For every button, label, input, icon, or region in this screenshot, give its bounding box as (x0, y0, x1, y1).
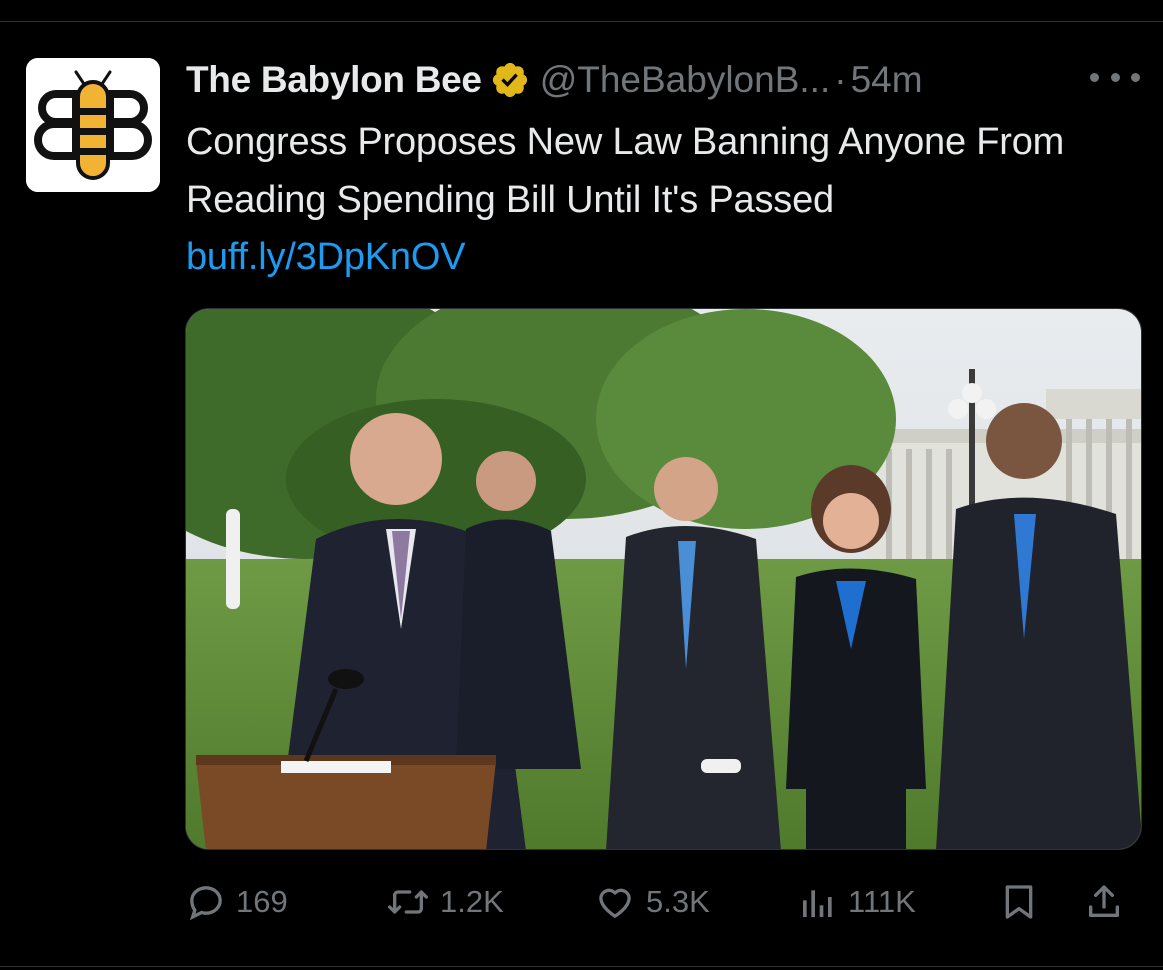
babylon-bee-logo-icon (26, 58, 160, 192)
share-button[interactable] (1084, 872, 1124, 932)
bookmark-button[interactable] (999, 872, 1039, 932)
reply-count: 169 (236, 884, 288, 919)
like-button[interactable]: 5.3K (594, 872, 710, 932)
timestamp[interactable]: 54m (851, 59, 923, 101)
repost-icon (387, 890, 428, 914)
action-bar: 169 1.2K 5.3K 111K (186, 872, 1146, 932)
tweet-image[interactable] (185, 308, 1142, 850)
top-divider (0, 21, 1163, 22)
like-count: 5.3K (646, 884, 710, 919)
press-conference-photo-icon (186, 309, 1141, 849)
reply-icon (189, 886, 222, 921)
repost-count: 1.2K (440, 884, 504, 919)
separator-dot: · (834, 59, 847, 100)
views-chart-icon (803, 890, 832, 917)
bottom-divider (0, 966, 1163, 967)
handle[interactable]: @TheBabylonB... (540, 59, 831, 101)
reply-button[interactable]: 169 (186, 872, 288, 932)
views-count: 111K (848, 884, 916, 919)
repost-button[interactable]: 1.2K (386, 872, 504, 932)
bookmark-icon (1005, 885, 1033, 919)
verified-badge-icon[interactable] (490, 60, 530, 100)
tweet-link[interactable]: buff.ly/3DpKnOV (186, 228, 466, 286)
display-name[interactable]: The Babylon Bee (186, 59, 482, 101)
heart-icon (599, 888, 631, 918)
share-icon (1089, 885, 1119, 917)
tweet-text: Congress Proposes New Law Banning Anyone… (186, 121, 1065, 221)
views-button[interactable]: 111K (798, 872, 916, 932)
more-options-icon[interactable] (1090, 62, 1140, 92)
tweet-header: The Babylon Bee @TheBabylonB... · 54m (186, 52, 923, 108)
avatar[interactable] (26, 58, 160, 192)
